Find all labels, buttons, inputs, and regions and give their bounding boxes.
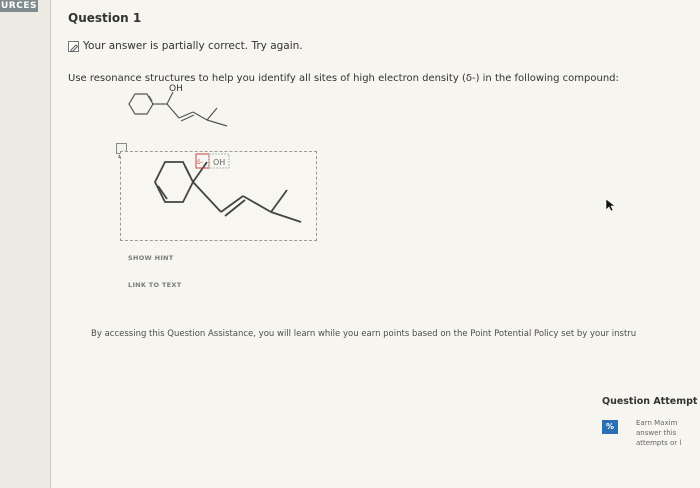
left-sidebar: URCES — [0, 0, 51, 488]
question-panel: Question 1 Your answer is partially corr… — [51, 0, 700, 488]
question-title: Question 1 — [68, 11, 142, 25]
assistance-notice: By accessing this Question Assistance, y… — [91, 329, 637, 339]
earn-line: answer this — [636, 429, 677, 437]
mouse-cursor-icon — [605, 198, 616, 212]
oh-label: OH — [169, 84, 183, 94]
answer-structure: δ- OH — [153, 153, 302, 223]
attempts-title: Question Attempt — [602, 396, 698, 407]
show-hint-button[interactable]: SHOW HINT — [128, 254, 174, 262]
answer-drawing-area[interactable]: δ- OH — [120, 151, 317, 241]
delta-label: δ- — [197, 159, 203, 166]
status-text: Your answer is partially correct. Try ag… — [83, 40, 303, 52]
earn-info: Earn Maxim answer this attempts or l — [636, 418, 700, 448]
compound-structure: OH — [128, 84, 228, 127]
pencil-icon — [68, 40, 79, 52]
earn-line: Earn Maxim — [636, 419, 678, 427]
earn-line: attempts or l — [636, 439, 682, 447]
percent-badge: % — [602, 420, 618, 434]
answer-status: Your answer is partially correct. Try ag… — [68, 40, 303, 52]
oxygen-label: OH — [213, 158, 225, 167]
resources-tab[interactable]: URCES — [0, 0, 38, 12]
link-to-text-button[interactable]: LINK TO TEXT — [128, 281, 181, 289]
